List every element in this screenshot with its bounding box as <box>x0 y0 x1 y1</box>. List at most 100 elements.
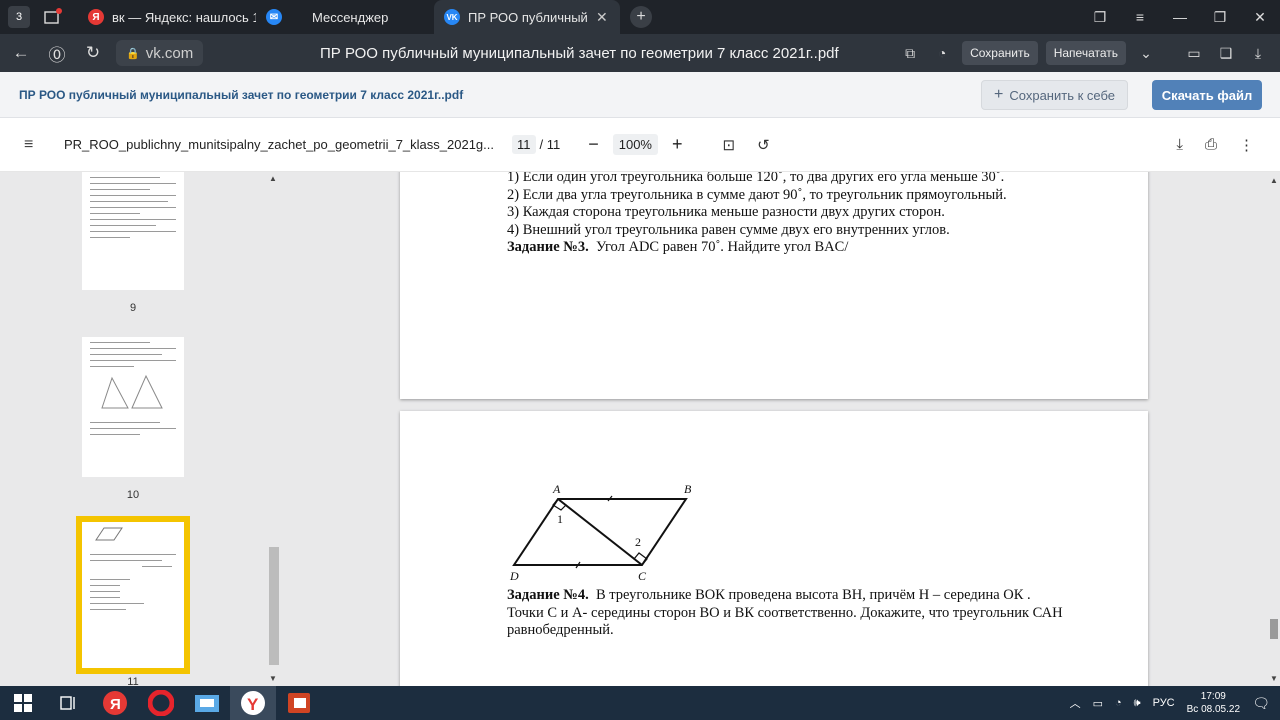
task-4-line: Точки С и А- середины сторон ВО и ВК соо… <box>507 604 1063 621</box>
extension-icon[interactable]: ◔ <box>930 45 954 61</box>
tab-label: Мессенджер <box>312 9 389 25</box>
chevron-down-icon[interactable]: ⌄ <box>1134 45 1158 62</box>
thumbnail-number: 11 <box>127 676 139 686</box>
scroll-up-icon[interactable]: ▲ <box>269 174 277 183</box>
main-scrollbar[interactable]: ▲ ▼ <box>1268 172 1280 686</box>
thumbnail-number: 10 <box>126 489 140 501</box>
address-bar-actions: ⧉ ◔ Сохранить Напечатать ⌄ ▭ ❑ ⤓ <box>898 41 1270 65</box>
network-icon[interactable]: ◔ <box>1115 697 1122 709</box>
back-icon[interactable]: ← <box>6 43 36 63</box>
clock-date: Вс 08.05.22 <box>1186 704 1240 715</box>
more-options-icon[interactable]: ⋮ <box>1239 136 1254 154</box>
page-number-input[interactable]: 11 <box>512 135 536 154</box>
yandex-app-icon[interactable]: Y <box>230 686 276 720</box>
powerpoint-icon[interactable] <box>276 686 322 720</box>
yandex-favicon-icon: Я <box>88 9 104 25</box>
vertex-c-label: C <box>638 569 647 583</box>
url-field[interactable]: 🔒 vk.com <box>116 40 204 66</box>
start-icon[interactable] <box>0 686 46 720</box>
plus-icon: + <box>994 86 1004 103</box>
download-icon[interactable]: ⤓ <box>1246 45 1270 62</box>
address-bar: ← ⓪ ↻ 🔒 vk.com ПР РОО публичный муниципа… <box>0 34 1280 72</box>
collections-icon[interactable]: ❑ <box>1214 45 1238 62</box>
menu-icon[interactable]: ≡ <box>1120 9 1160 25</box>
messenger-favicon-icon: ✉ <box>266 9 282 25</box>
thumbnail-page-10[interactable] <box>82 337 184 477</box>
thumbnail-scrollbar[interactable]: ▲ ▼ <box>268 172 280 686</box>
vertex-d-label: D <box>509 569 519 583</box>
save-to-self-button[interactable]: + Сохранить к себе <box>981 80 1128 110</box>
statement-line: 4) Внешний угол треугольника равен сумме… <box>507 221 950 238</box>
scroll-down-icon[interactable]: ▼ <box>269 674 277 683</box>
scroll-up-icon[interactable]: ▲ <box>1270 176 1278 185</box>
yandex-browser-icon[interactable]: Я <box>92 686 138 720</box>
tab-pdf-active[interactable]: VK ПР РОО публичный му ✕ <box>434 0 620 34</box>
task-view-icon[interactable] <box>46 686 92 720</box>
close-tab-icon[interactable]: ✕ <box>596 9 608 26</box>
download-icon[interactable]: ⤓ <box>1176 136 1183 154</box>
task-4-label: Задание №4. <box>507 587 589 603</box>
close-icon[interactable]: ✕ <box>1240 9 1280 26</box>
thumbnail-panel: 9 10 11 ▲ ▼ <box>0 172 282 686</box>
yandex-icon[interactable]: ⓪ <box>42 41 72 66</box>
zoom-in-icon[interactable]: + <box>672 134 683 155</box>
task-4-text: В треугольнике ВОК проведена высота ВН, … <box>595 587 1031 603</box>
parallelogram-figure: A B C D 1 2 <box>509 482 692 583</box>
pdf-page-10: 1) Если один угол треугольника больше 12… <box>400 172 1148 399</box>
task-4-line: равнобедренный. <box>507 622 614 638</box>
show-hidden-icons-icon[interactable]: ︿ <box>1070 695 1081 711</box>
pdf-tools: ⊡ ↺ <box>723 136 770 154</box>
rotate-icon[interactable]: ↺ <box>757 136 770 154</box>
scrollbar-thumb[interactable] <box>1270 619 1278 639</box>
bookmark-icon[interactable]: ❐ <box>1080 9 1120 26</box>
angle-1-label: 1 <box>557 512 563 526</box>
tab-count-badge[interactable]: 3 <box>8 6 30 28</box>
file-explorer-icon[interactable] <box>184 686 230 720</box>
new-window-icon[interactable] <box>42 6 64 28</box>
vertex-b-label: B <box>684 482 692 496</box>
reload-icon[interactable]: ↻ <box>78 43 108 63</box>
save-page-button[interactable]: Сохранить <box>962 41 1038 65</box>
menu-icon[interactable]: ≡ <box>24 136 40 154</box>
pdf-actions: ⤓ ⎙ ⋮ <box>1176 136 1254 154</box>
thumbnail-page-9[interactable] <box>82 172 184 290</box>
new-tab-button[interactable]: + <box>630 6 652 28</box>
zoom-out-icon[interactable]: − <box>588 134 599 155</box>
svg-text:Y: Y <box>247 695 259 714</box>
battery-icon[interactable]: ▭ <box>1093 697 1103 710</box>
scrollbar-thumb[interactable] <box>269 547 279 665</box>
download-file-button[interactable]: Скачать файл <box>1152 80 1262 110</box>
task-3-label: Задание №3. <box>507 239 589 255</box>
document-name: ПР РОО публичный муниципальный зачет по … <box>19 87 464 102</box>
clock[interactable]: 17:09 Вс 08.05.22 <box>1187 690 1240 716</box>
scroll-down-icon[interactable]: ▼ <box>1270 674 1278 683</box>
clock-time: 17:09 <box>1200 691 1226 702</box>
language-indicator[interactable]: РУС <box>1153 697 1175 709</box>
windows-taskbar: Я Y ︿ ▭ ◔ 🕪 РУС 17:09 Вс 08.05.22 🗨 <box>0 686 1280 720</box>
page-title: ПР РОО публичный муниципальный зачет по … <box>320 44 839 62</box>
thumbnail-page-11-selected[interactable] <box>76 516 190 674</box>
svg-text:Я: Я <box>110 696 121 713</box>
print-button[interactable]: Напечатать <box>1045 41 1126 65</box>
fit-page-icon[interactable]: ⊡ <box>723 136 736 154</box>
minimize-icon[interactable]: — <box>1160 9 1200 25</box>
angle-2-label: 2 <box>635 535 641 549</box>
system-tray: ︿ ▭ ◔ 🕪 РУС 17:09 Вс 08.05.22 🗨 <box>1070 686 1270 720</box>
copy-icon[interactable]: ⧉ <box>898 45 922 62</box>
print-icon[interactable]: ⎙ <box>1205 136 1217 154</box>
restore-icon[interactable]: ❐ <box>1200 9 1240 26</box>
tab-messenger[interactable]: ✉ Мессенджер <box>256 0 434 34</box>
tab-yandex-search[interactable]: Я вк — Яндекс: нашлось 11( <box>78 0 256 34</box>
diagonal-ac <box>557 498 643 566</box>
tab-label: вк — Яндекс: нашлось 11( <box>112 9 256 25</box>
thumbnail-number: 9 <box>129 302 137 314</box>
task-4-block: Задание №4. В треугольнике ВОК проведена… <box>400 587 1148 640</box>
opera-icon[interactable] <box>138 686 184 720</box>
zoom-level[interactable]: 100% <box>612 134 658 155</box>
battery-icon[interactable]: ▭ <box>1182 45 1206 62</box>
volume-icon[interactable]: 🕪 <box>1134 697 1141 710</box>
save-to-self-label: Сохранить к себе <box>1009 87 1115 103</box>
pdf-file-name: PR_ROO_publichny_munitsipalny_zachet_po_… <box>64 137 494 152</box>
task-4: Задание №4. В треугольнике ВОК проведена… <box>507 587 1148 605</box>
notifications-icon[interactable]: 🗨 <box>1252 695 1270 712</box>
